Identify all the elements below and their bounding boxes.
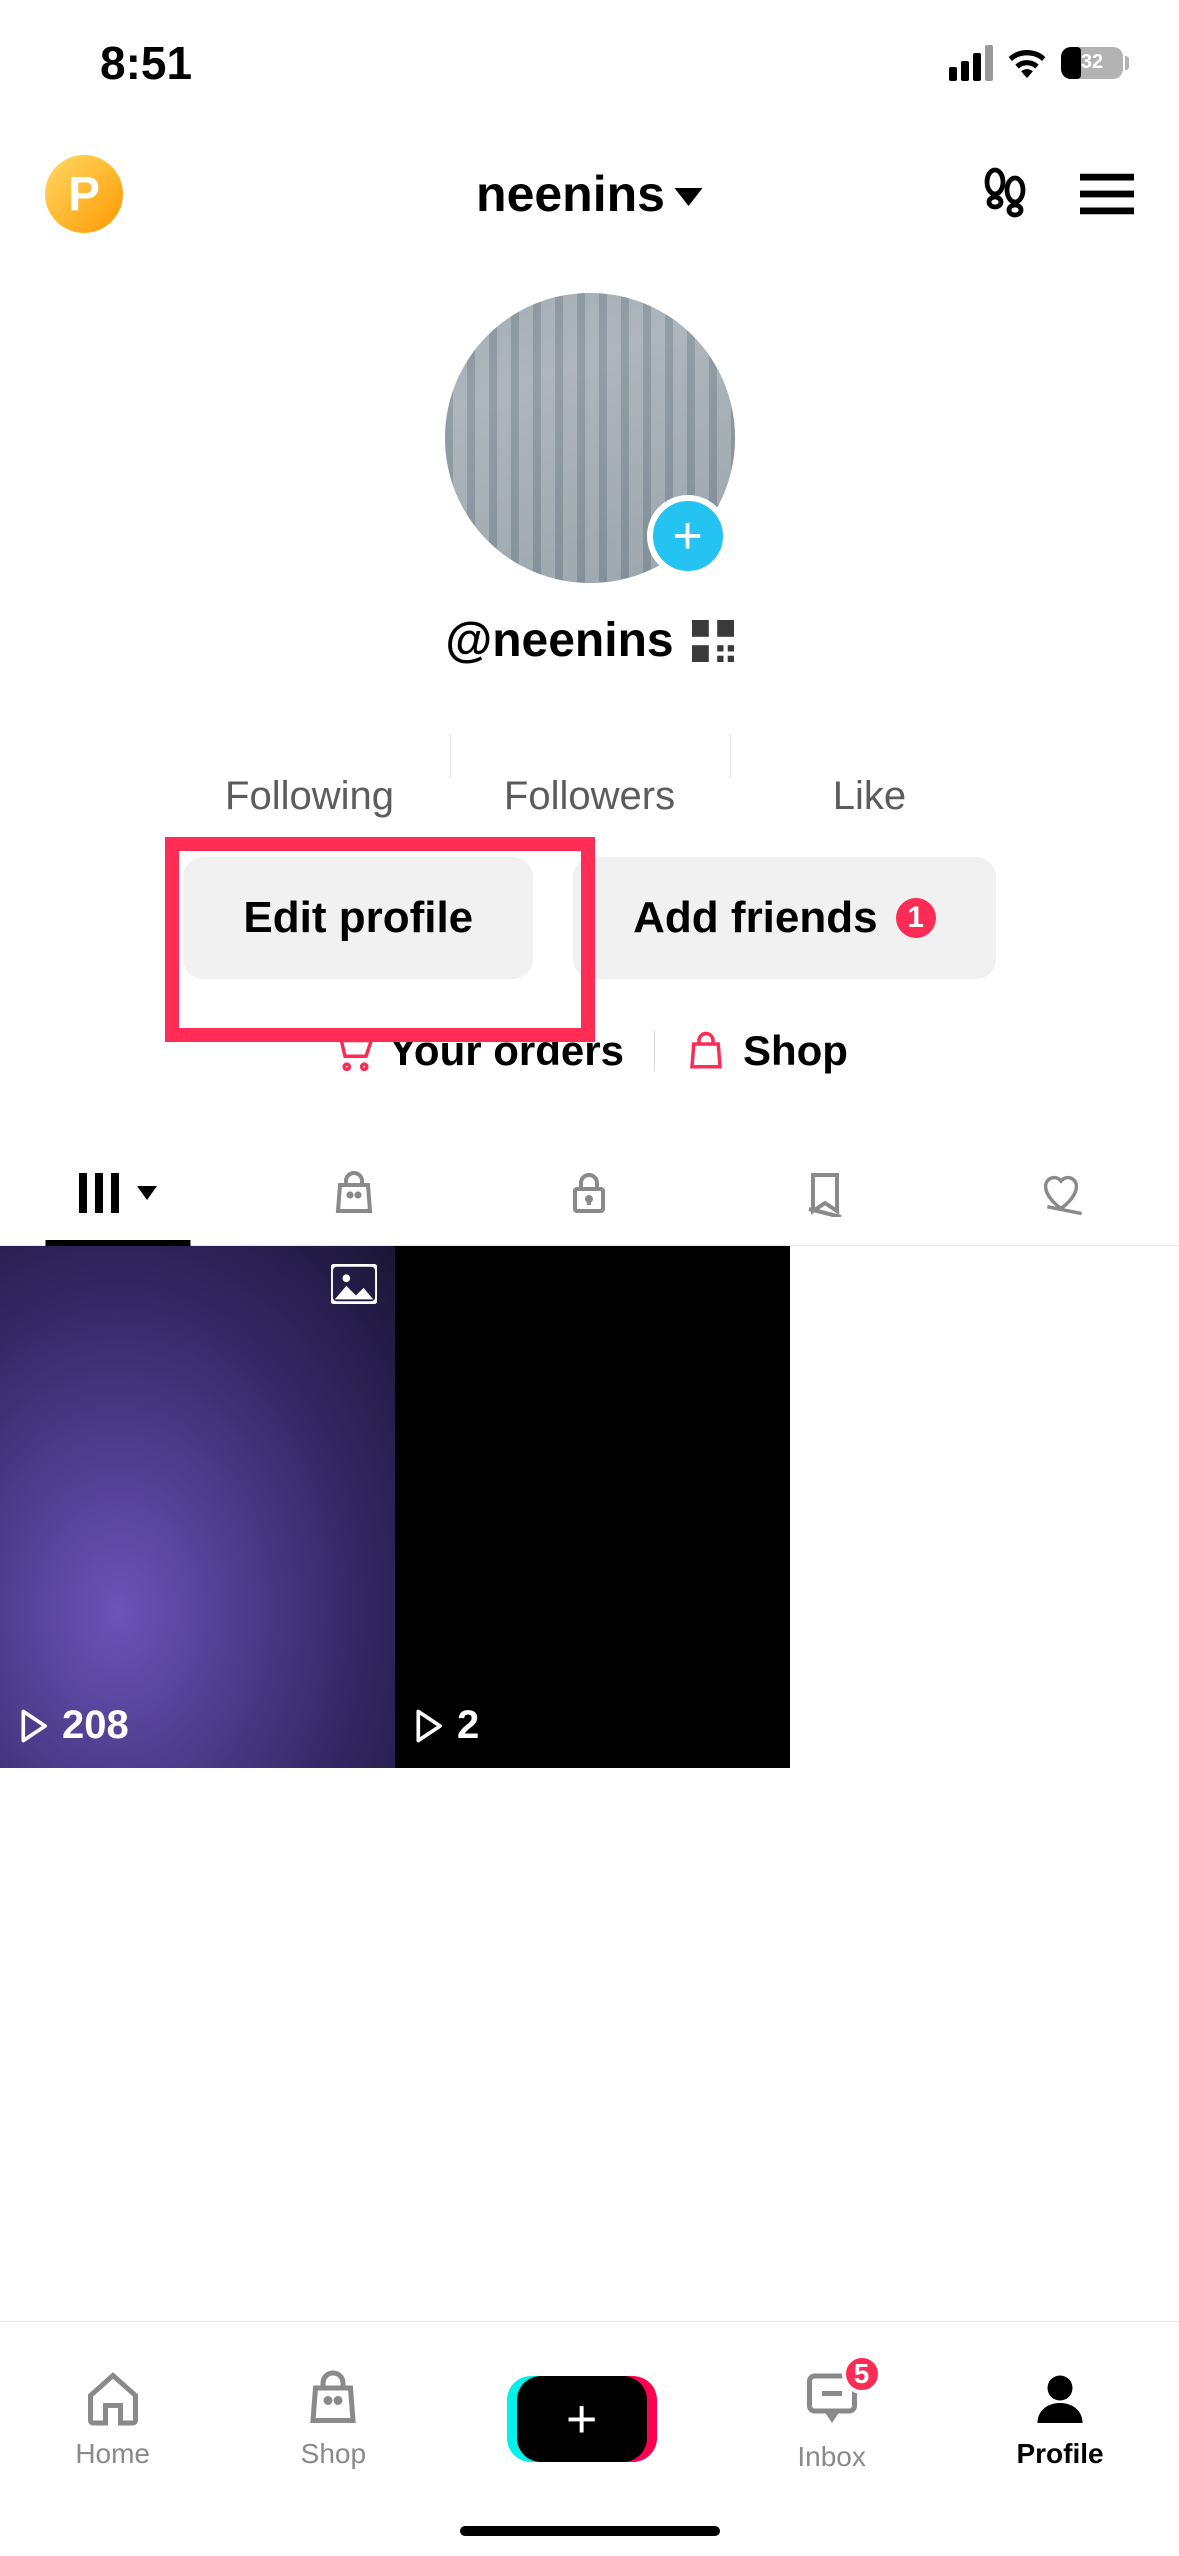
avatar-container[interactable]: + bbox=[445, 293, 735, 583]
tab-private[interactable] bbox=[472, 1141, 708, 1245]
plus-icon: + bbox=[517, 2376, 647, 2462]
account-switcher[interactable]: neenins bbox=[476, 165, 703, 223]
qr-code-icon bbox=[692, 620, 734, 662]
your-orders-link[interactable]: Your orders bbox=[331, 1027, 624, 1075]
action-row: Edit profile Add friends 1 bbox=[0, 857, 1179, 979]
home-icon bbox=[83, 2368, 143, 2428]
bag-icon bbox=[685, 1030, 727, 1072]
nav-create[interactable]: + bbox=[517, 2376, 647, 2462]
status-bar: 8:51 32 bbox=[0, 0, 1179, 115]
stat-likes[interactable]: Like bbox=[730, 718, 1010, 819]
nav-profile[interactable]: Profile bbox=[1016, 2368, 1103, 2470]
heart-off-icon bbox=[1037, 1169, 1085, 1217]
battery-icon: 32 bbox=[1061, 47, 1129, 79]
chevron-down-icon bbox=[675, 188, 703, 206]
cellular-icon bbox=[949, 45, 993, 81]
add-friends-button[interactable]: Add friends 1 bbox=[573, 857, 995, 979]
profile-icon bbox=[1030, 2368, 1090, 2428]
cart-icon bbox=[331, 1030, 373, 1072]
stats-row: Following Followers Like bbox=[0, 718, 1179, 819]
home-indicator[interactable] bbox=[460, 2526, 720, 2536]
links-row: Your orders Shop bbox=[0, 1027, 1179, 1075]
tab-feed[interactable] bbox=[0, 1141, 236, 1245]
premium-badge-icon[interactable]: P bbox=[45, 155, 123, 233]
bookmark-icon bbox=[801, 1169, 849, 1217]
shop-icon bbox=[303, 2368, 363, 2428]
tab-shop-posts[interactable] bbox=[236, 1141, 472, 1245]
video-grid: 208 2 bbox=[0, 1246, 1179, 1768]
tab-liked[interactable] bbox=[943, 1141, 1179, 1245]
feed-icon bbox=[79, 1173, 119, 1213]
video-thumbnail[interactable]: 208 bbox=[0, 1246, 395, 1768]
chevron-down-icon bbox=[137, 1186, 157, 1200]
edit-profile-button[interactable]: Edit profile bbox=[183, 857, 533, 979]
video-thumbnail[interactable]: 2 bbox=[395, 1246, 790, 1768]
separator bbox=[654, 1031, 655, 1071]
shopping-bag-icon bbox=[330, 1169, 378, 1217]
shop-link[interactable]: Shop bbox=[685, 1027, 848, 1075]
wifi-icon bbox=[1007, 48, 1047, 78]
view-count: 2 bbox=[413, 1703, 479, 1748]
inbox-badge: 5 bbox=[842, 2354, 882, 2394]
view-count: 208 bbox=[18, 1703, 129, 1748]
create-button: + bbox=[517, 2376, 647, 2462]
nav-shop[interactable]: Shop bbox=[301, 2368, 366, 2470]
header: P neenins bbox=[0, 115, 1179, 263]
play-icon bbox=[18, 1709, 48, 1743]
handle-row[interactable]: @neenins bbox=[445, 613, 733, 668]
lock-icon bbox=[565, 1169, 613, 1217]
handle: @neenins bbox=[445, 613, 673, 668]
status-indicators: 32 bbox=[949, 45, 1129, 81]
tab-bookmarks[interactable] bbox=[707, 1141, 943, 1245]
username: neenins bbox=[476, 165, 665, 223]
play-icon bbox=[413, 1709, 443, 1743]
add-story-icon[interactable]: + bbox=[647, 495, 729, 577]
add-friends-badge: 1 bbox=[896, 898, 936, 938]
menu-icon[interactable] bbox=[1080, 173, 1134, 215]
nav-home[interactable]: Home bbox=[75, 2368, 150, 2470]
footprints-icon[interactable] bbox=[980, 166, 1030, 222]
stat-followers[interactable]: Followers bbox=[450, 718, 730, 819]
stat-following[interactable]: Following bbox=[170, 718, 450, 819]
profile-section: + @neenins bbox=[0, 293, 1179, 668]
content-tabs bbox=[0, 1141, 1179, 1246]
status-time: 8:51 bbox=[100, 36, 192, 90]
image-icon bbox=[331, 1264, 377, 1304]
bottom-nav: Home Shop + 5 Inbox Profile bbox=[0, 2321, 1179, 2556]
nav-inbox[interactable]: 5 Inbox bbox=[797, 2366, 866, 2473]
